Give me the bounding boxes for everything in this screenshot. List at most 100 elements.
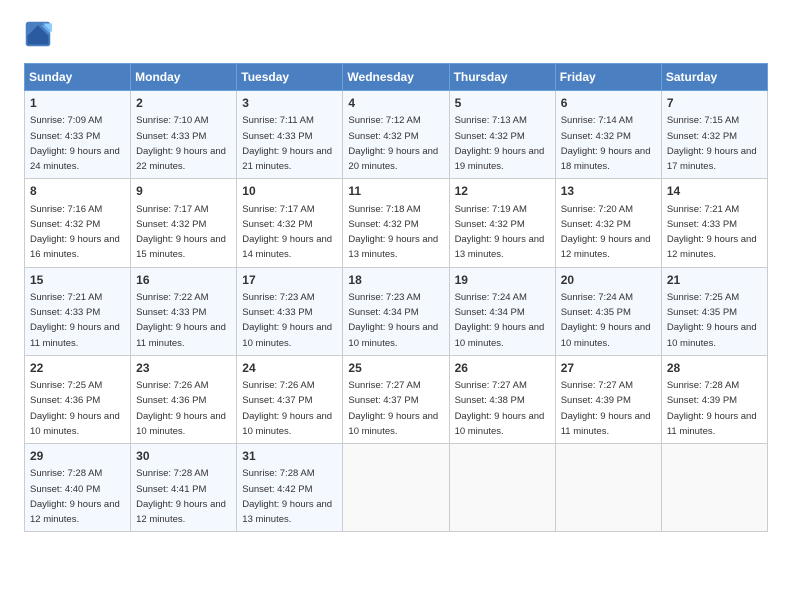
- calendar-week-row: 1 Sunrise: 7:09 AMSunset: 4:33 PMDaylight…: [25, 91, 768, 179]
- day-number: 31: [242, 448, 337, 465]
- day-info: Sunrise: 7:28 AMSunset: 4:42 PMDaylight:…: [242, 468, 332, 525]
- header-cell-tuesday: Tuesday: [237, 64, 343, 91]
- day-info: Sunrise: 7:12 AMSunset: 4:32 PMDaylight:…: [348, 115, 438, 172]
- logo-icon: [24, 20, 52, 53]
- calendar-cell: 7Sunrise: 7:15 AMSunset: 4:32 PMDaylight…: [661, 91, 767, 179]
- day-info: Sunrise: 7:17 AMSunset: 4:32 PMDaylight:…: [242, 204, 332, 261]
- calendar-cell: 23Sunrise: 7:26 AMSunset: 4:36 PMDayligh…: [131, 355, 237, 443]
- day-info: Sunrise: 7:28 AMSunset: 4:41 PMDaylight:…: [136, 468, 226, 525]
- header-cell-sunday: Sunday: [25, 64, 131, 91]
- calendar-week-row: 8Sunrise: 7:16 AMSunset: 4:32 PMDaylight…: [25, 179, 768, 267]
- day-info: Sunrise: 7:09 AMSunset: 4:33 PMDaylight:…: [30, 115, 120, 172]
- day-number: 19: [455, 272, 550, 289]
- day-number: 21: [667, 272, 762, 289]
- day-number: 1: [30, 95, 125, 112]
- day-number: 6: [561, 95, 656, 112]
- day-number: 30: [136, 448, 231, 465]
- calendar-cell: 14Sunrise: 7:21 AMSunset: 4:33 PMDayligh…: [661, 179, 767, 267]
- day-number: 4: [348, 95, 443, 112]
- day-info: Sunrise: 7:25 AMSunset: 4:36 PMDaylight:…: [30, 380, 120, 437]
- calendar-cell: 13 Sunrise: 7:20 AMSunset: 4:32 PMDayligh…: [555, 179, 661, 267]
- calendar-cell: 20 Sunrise: 7:24 AMSunset: 4:35 PMDayligh…: [555, 267, 661, 355]
- calendar-cell: 24Sunrise: 7:26 AMSunset: 4:37 PMDayligh…: [237, 355, 343, 443]
- day-number: 11: [348, 183, 443, 200]
- day-number: 29: [30, 448, 125, 465]
- calendar-cell: 18Sunrise: 7:23 AMSunset: 4:34 PMDayligh…: [343, 267, 449, 355]
- calendar-cell: 1 Sunrise: 7:09 AMSunset: 4:33 PMDaylight…: [25, 91, 131, 179]
- logo: [24, 20, 56, 53]
- day-number: 28: [667, 360, 762, 377]
- calendar-week-row: 29 Sunrise: 7:28 AMSunset: 4:40 PMDayligh…: [25, 444, 768, 532]
- calendar-cell: 5 Sunrise: 7:13 AMSunset: 4:32 PMDaylight…: [449, 91, 555, 179]
- calendar-cell: [449, 444, 555, 532]
- day-number: 10: [242, 183, 337, 200]
- day-number: 13: [561, 183, 656, 200]
- day-info: Sunrise: 7:18 AMSunset: 4:32 PMDaylight:…: [348, 204, 438, 261]
- day-number: 27: [561, 360, 656, 377]
- calendar-cell: 22 Sunrise: 7:25 AMSunset: 4:36 PMDayligh…: [25, 355, 131, 443]
- calendar-cell: 26Sunrise: 7:27 AMSunset: 4:38 PMDayligh…: [449, 355, 555, 443]
- calendar-cell: 11 Sunrise: 7:18 AMSunset: 4:32 PMDayligh…: [343, 179, 449, 267]
- day-info: Sunrise: 7:24 AMSunset: 4:35 PMDaylight:…: [561, 292, 651, 349]
- day-number: 5: [455, 95, 550, 112]
- day-info: Sunrise: 7:26 AMSunset: 4:37 PMDaylight:…: [242, 380, 332, 437]
- calendar-cell: [661, 444, 767, 532]
- calendar-cell: 12 Sunrise: 7:19 AMSunset: 4:32 PMDayligh…: [449, 179, 555, 267]
- day-number: 18: [348, 272, 443, 289]
- day-info: Sunrise: 7:14 AMSunset: 4:32 PMDaylight:…: [561, 115, 651, 172]
- calendar-cell: 30 Sunrise: 7:28 AMSunset: 4:41 PMDayligh…: [131, 444, 237, 532]
- calendar-cell: 8Sunrise: 7:16 AMSunset: 4:32 PMDaylight…: [25, 179, 131, 267]
- day-info: Sunrise: 7:27 AMSunset: 4:39 PMDaylight:…: [561, 380, 651, 437]
- calendar-cell: 6 Sunrise: 7:14 AMSunset: 4:32 PMDaylight…: [555, 91, 661, 179]
- day-number: 20: [561, 272, 656, 289]
- day-info: Sunrise: 7:21 AMSunset: 4:33 PMDaylight:…: [667, 204, 757, 261]
- calendar-cell: 3 Sunrise: 7:11 AMSunset: 4:33 PMDaylight…: [237, 91, 343, 179]
- calendar-cell: 10 Sunrise: 7:17 AMSunset: 4:32 PMDayligh…: [237, 179, 343, 267]
- calendar-cell: 9Sunrise: 7:17 AMSunset: 4:32 PMDaylight…: [131, 179, 237, 267]
- calendar-cell: 25Sunrise: 7:27 AMSunset: 4:37 PMDayligh…: [343, 355, 449, 443]
- calendar-header-row: SundayMondayTuesdayWednesdayThursdayFrid…: [25, 64, 768, 91]
- day-info: Sunrise: 7:19 AMSunset: 4:32 PMDaylight:…: [455, 204, 545, 261]
- header-cell-friday: Friday: [555, 64, 661, 91]
- day-info: Sunrise: 7:21 AMSunset: 4:33 PMDaylight:…: [30, 292, 120, 349]
- calendar-cell: [343, 444, 449, 532]
- day-info: Sunrise: 7:25 AMSunset: 4:35 PMDaylight:…: [667, 292, 757, 349]
- header-cell-monday: Monday: [131, 64, 237, 91]
- day-number: 9: [136, 183, 231, 200]
- calendar-cell: 15 Sunrise: 7:21 AMSunset: 4:33 PMDayligh…: [25, 267, 131, 355]
- calendar-week-row: 15 Sunrise: 7:21 AMSunset: 4:33 PMDayligh…: [25, 267, 768, 355]
- calendar-cell: 21 Sunrise: 7:25 AMSunset: 4:35 PMDayligh…: [661, 267, 767, 355]
- calendar-cell: 17 Sunrise: 7:23 AMSunset: 4:33 PMDayligh…: [237, 267, 343, 355]
- calendar-cell: 31 Sunrise: 7:28 AMSunset: 4:42 PMDayligh…: [237, 444, 343, 532]
- day-number: 12: [455, 183, 550, 200]
- day-number: 25: [348, 360, 443, 377]
- header-cell-thursday: Thursday: [449, 64, 555, 91]
- header-cell-saturday: Saturday: [661, 64, 767, 91]
- day-info: Sunrise: 7:13 AMSunset: 4:32 PMDaylight:…: [455, 115, 545, 172]
- day-info: Sunrise: 7:20 AMSunset: 4:32 PMDaylight:…: [561, 204, 651, 261]
- day-number: 3: [242, 95, 337, 112]
- calendar-cell: [555, 444, 661, 532]
- day-number: 8: [30, 183, 125, 200]
- calendar-cell: 29 Sunrise: 7:28 AMSunset: 4:40 PMDayligh…: [25, 444, 131, 532]
- day-number: 23: [136, 360, 231, 377]
- calendar-cell: 4 Sunrise: 7:12 AMSunset: 4:32 PMDaylight…: [343, 91, 449, 179]
- calendar-cell: 27 Sunrise: 7:27 AMSunset: 4:39 PMDayligh…: [555, 355, 661, 443]
- day-info: Sunrise: 7:15 AMSunset: 4:32 PMDaylight:…: [667, 115, 757, 172]
- day-number: 26: [455, 360, 550, 377]
- day-info: Sunrise: 7:11 AMSunset: 4:33 PMDaylight:…: [242, 115, 332, 172]
- day-info: Sunrise: 7:10 AMSunset: 4:33 PMDaylight:…: [136, 115, 226, 172]
- calendar-cell: 19 Sunrise: 7:24 AMSunset: 4:34 PMDayligh…: [449, 267, 555, 355]
- day-info: Sunrise: 7:28 AMSunset: 4:39 PMDaylight:…: [667, 380, 757, 437]
- day-number: 22: [30, 360, 125, 377]
- header: [24, 20, 768, 53]
- header-cell-wednesday: Wednesday: [343, 64, 449, 91]
- day-number: 16: [136, 272, 231, 289]
- day-info: Sunrise: 7:23 AMSunset: 4:33 PMDaylight:…: [242, 292, 332, 349]
- day-number: 15: [30, 272, 125, 289]
- day-number: 17: [242, 272, 337, 289]
- day-info: Sunrise: 7:28 AMSunset: 4:40 PMDaylight:…: [30, 468, 120, 525]
- calendar-cell: 16Sunrise: 7:22 AMSunset: 4:33 PMDayligh…: [131, 267, 237, 355]
- day-number: 2: [136, 95, 231, 112]
- day-info: Sunrise: 7:24 AMSunset: 4:34 PMDaylight:…: [455, 292, 545, 349]
